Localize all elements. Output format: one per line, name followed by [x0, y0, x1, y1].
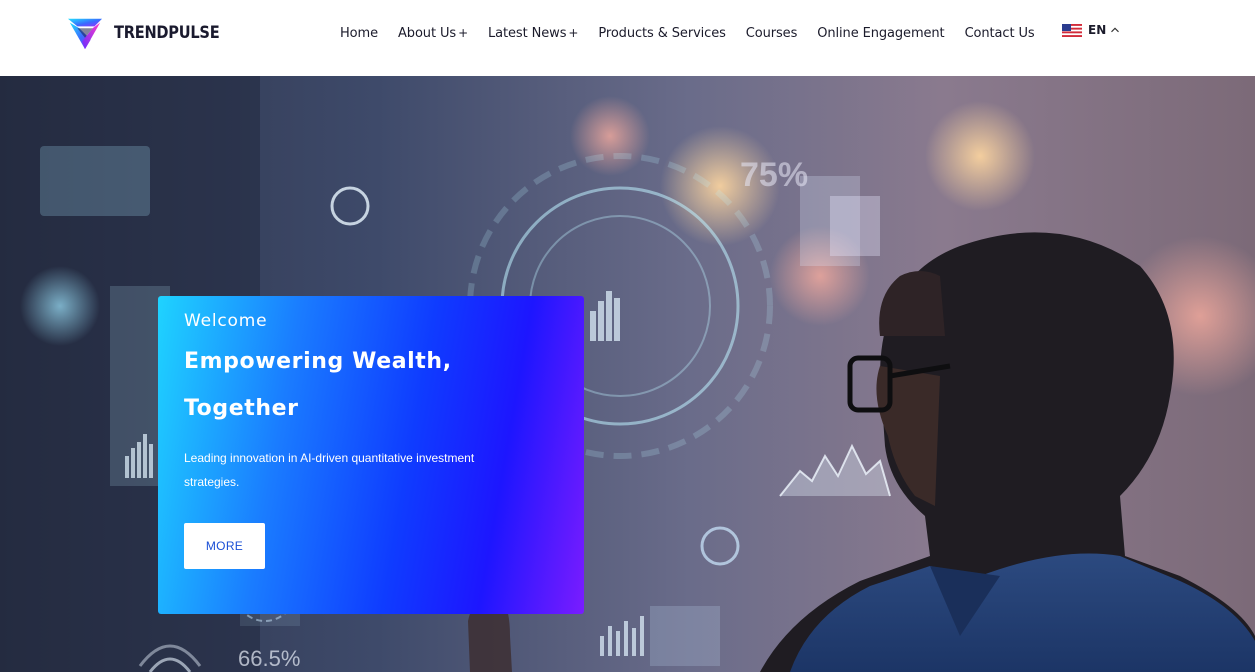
us-flag-icon [1062, 23, 1082, 37]
site-header: TRENDPULSE Home About Us Latest News Pro… [0, 0, 1255, 76]
hero-title-line-2: Together [184, 396, 299, 421]
hero-banner: 75% 66.5% Welcome Empowering Wealth, Tog… [0, 76, 1255, 672]
nav-item-contact-us[interactable]: Contact Us [965, 26, 1035, 41]
hero-title: Empowering Wealth, Together [184, 338, 544, 432]
nav-item-home[interactable]: Home [340, 26, 378, 41]
nav-item-courses[interactable]: Courses [746, 26, 798, 41]
hero-welcome-text: Welcome [184, 311, 268, 331]
hero-description: Leading innovation in AI-driven quantita… [184, 451, 475, 489]
trendpulse-logo-icon [67, 18, 103, 50]
brand-logo[interactable]: TRENDPULSE [66, 14, 237, 52]
brand-name: TRENDPULSE [114, 23, 220, 43]
nav-item-about-us[interactable]: About Us [398, 26, 468, 41]
hero-title-line-1: Empowering Wealth, [184, 349, 452, 374]
nav-item-online-engagement[interactable]: Online Engagement [817, 26, 944, 41]
nav-item-latest-news[interactable]: Latest News [488, 26, 578, 41]
hud-percent-top: 75% [740, 156, 808, 194]
language-selector[interactable]: EN [1062, 23, 1120, 37]
hero-card: Welcome Empowering Wealth, Together Lead… [158, 296, 584, 614]
nav-item-products-services[interactable]: Products & Services [598, 26, 726, 41]
language-label: EN [1088, 23, 1107, 37]
more-button[interactable]: MORE [184, 523, 265, 569]
hud-percent-bottom: 66.5% [238, 646, 300, 671]
main-nav: Home About Us Latest News Products & Ser… [340, 22, 1055, 44]
chevron-up-icon [1111, 27, 1120, 33]
